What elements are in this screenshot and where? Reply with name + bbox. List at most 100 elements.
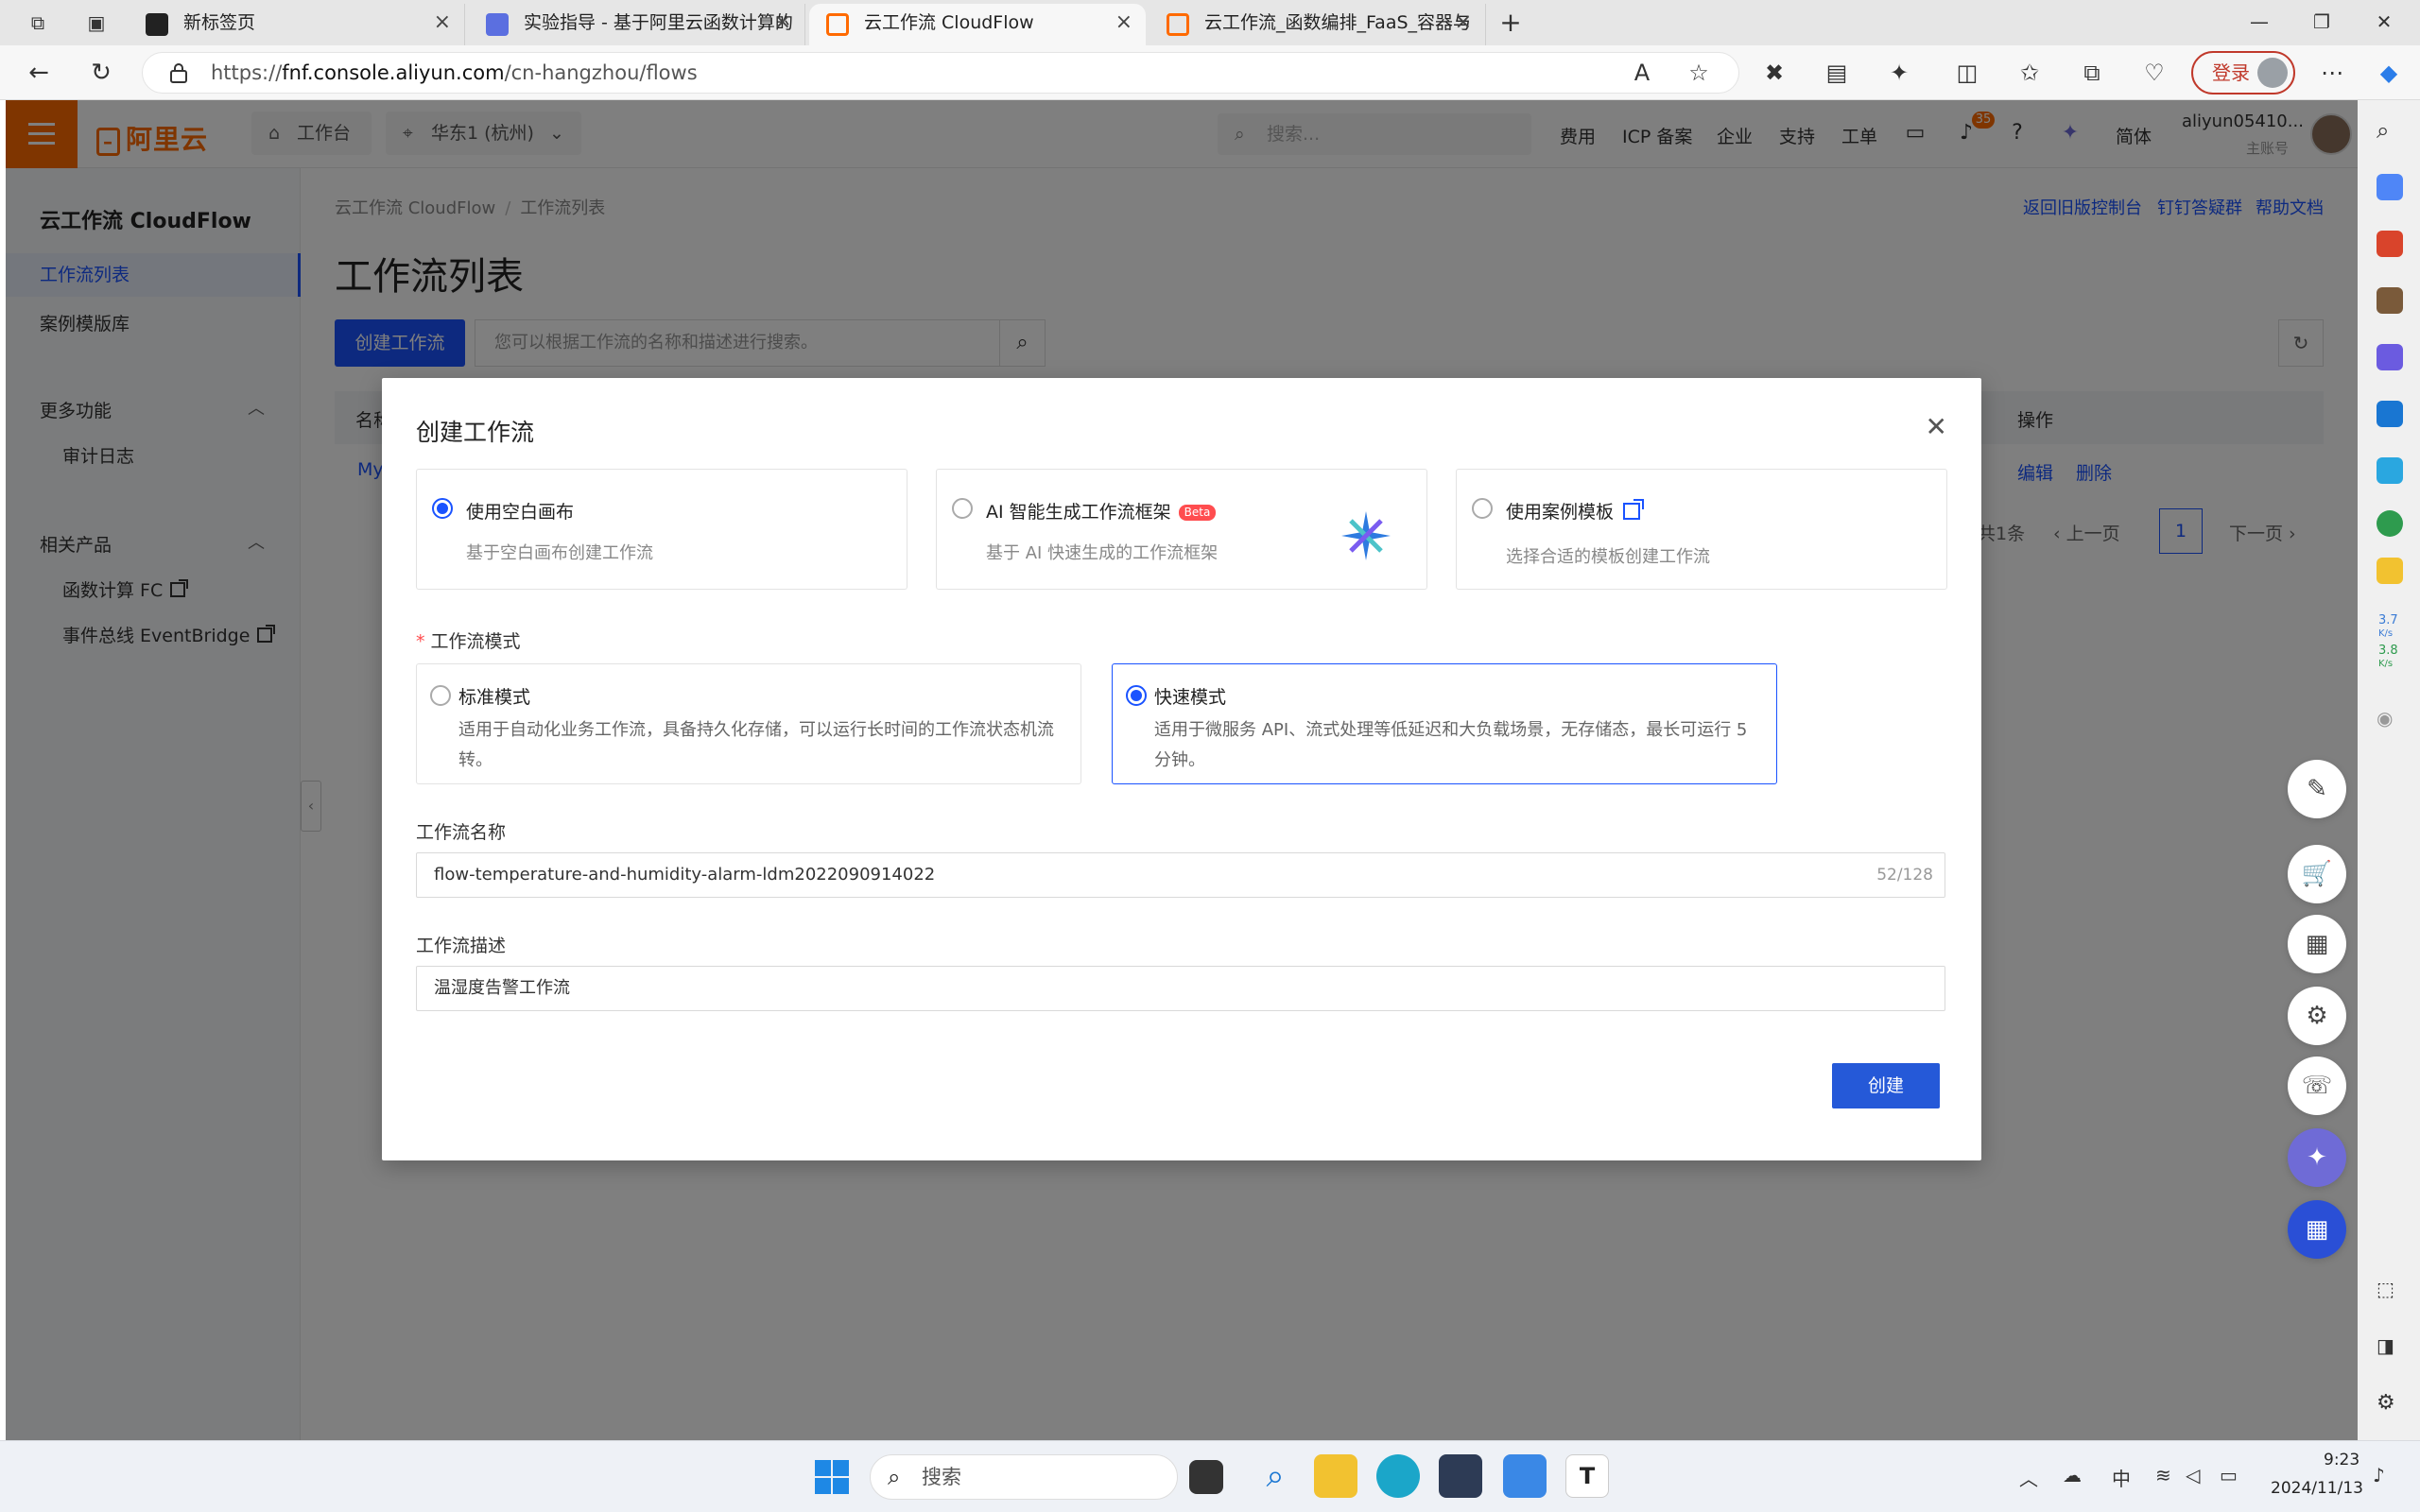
radio-standard-mode[interactable] [430,685,451,706]
close-tab-icon[interactable]: × [434,4,451,42]
workflow-description-input[interactable]: 温湿度告警工作流 [416,966,1945,1011]
maximize-icon[interactable]: ❐ [2303,6,2341,38]
more-menu-icon[interactable]: ⋯ [2316,59,2348,87]
edge-sidebar: ⌕ 3.7 K/s 3.8 K/s ◉ ⬚ ◨ ⚙ [2358,100,2420,1440]
doc-favicon-icon [486,13,509,36]
task-view-icon[interactable] [1189,1460,1223,1494]
collections-icon[interactable]: ▤ [1821,59,1853,87]
url-field[interactable]: https://fnf.console.aliyun.com/cn-hangzh… [142,52,1739,94]
workspaces-icon[interactable]: ⧉ [25,9,51,36]
taskbar-search[interactable]: ⌕ 搜索 [870,1454,1178,1500]
browser-collections-icon[interactable]: ⧉ [2076,59,2108,87]
edge-browser-icon[interactable] [1376,1454,1420,1498]
net-up-unit: K/s [2378,628,2394,639]
lock-icon [170,63,187,83]
net-down-unit: K/s [2378,659,2394,669]
outlook-icon[interactable] [2377,401,2403,427]
toolbox-icon[interactable] [2377,231,2403,257]
radio-ai-generate[interactable] [952,498,973,519]
screenshot-icon[interactable]: ⬚ [2377,1278,2403,1304]
edit-note-icon[interactable]: ✎ [2288,760,2346,818]
customer-service-icon[interactable]: ☏ [2288,1057,2346,1115]
workflow-name-input[interactable]: flow-temperature-and-humidity-alarm-ldm2… [416,852,1945,898]
mode-label: * 工作流模式 [416,631,521,652]
external-link-icon[interactable] [1623,499,1645,520]
cart-icon[interactable]: 🛒 [2288,845,2346,903]
send-icon[interactable] [2377,457,2403,484]
close-tab-icon[interactable]: × [1115,4,1132,42]
sidebar-settings-icon[interactable]: ⚙ [2377,1391,2403,1418]
search-icon[interactable]: ⌕ [2377,117,2403,144]
new-tab-plus-icon[interactable]: + [1497,9,1524,36]
document-icon[interactable]: ▦ [2288,915,2346,973]
m365-icon[interactable] [2377,344,2403,370]
mode-standard[interactable]: 标准模式 适用于自动化业务工作流，具备持久化存储，可以运行长时间的工作流状态机流… [416,663,1081,784]
app-bird-icon[interactable] [1503,1454,1547,1498]
mode-title: 标准模式 [458,687,531,708]
tray-chevron-up-icon[interactable]: ︿ [2019,1464,2038,1491]
option-blank-canvas[interactable]: 使用空白画布 基于空白画布创建工作流 [416,469,908,590]
sidebar-app-icon[interactable] [2377,558,2403,584]
back-icon[interactable]: ← [23,57,55,89]
apps-grid-icon[interactable]: ▦ [2288,1200,2346,1259]
split-screen-icon[interactable]: ◫ [1951,59,1983,87]
close-icon[interactable]: ✕ [1926,414,1947,440]
games-icon[interactable] [2377,287,2403,314]
tab-title: 云工作流 CloudFlow [864,12,1034,33]
browser-tab-lab-guide[interactable]: 实验指导 - 基于阿里云函数计算的 × [469,4,805,45]
app-cat-icon[interactable] [1439,1454,1482,1498]
close-tab-icon[interactable]: × [1455,4,1472,42]
url-prefix: https:// [211,61,283,84]
close-tab-icon[interactable]: × [774,4,791,42]
browser-tab-new-tab[interactable]: 新标签页 × [129,4,465,45]
profile-login-button[interactable]: 登录 [2191,51,2295,94]
extensions-puzzle-icon[interactable]: ✦ [1883,59,1915,87]
battery-icon[interactable]: ▭ [2220,1464,2238,1486]
vertical-tabs-icon[interactable]: ▣ [83,9,110,36]
beta-badge: Beta [1178,505,1217,521]
mode-title: 快速模式 [1154,687,1227,708]
camera-icon[interactable]: ◉ [2377,707,2403,733]
radio-case-template[interactable] [1472,498,1493,519]
radio-express-mode[interactable] [1126,685,1147,706]
option-case-template[interactable]: 使用案例模板 选择合适的模板创建工作流 [1456,469,1947,590]
search-app-icon[interactable]: ⌕ [1253,1454,1297,1498]
mode-desc: 适用于自动化业务工作流，具备持久化存储，可以运行长时间的工作流状态机流转。 [458,720,1054,770]
favorite-star-icon[interactable]: ☆ [1683,59,1715,87]
tab-title: 新标签页 [183,12,256,33]
browser-tab-cloudflow-product[interactable]: 云工作流_函数编排_FaaS_容器与 × [1150,4,1486,45]
radio-blank-canvas[interactable] [432,498,453,519]
profile-avatar-icon [2257,58,2288,88]
ai-assistant-float-icon[interactable]: ✦ [2288,1128,2346,1187]
read-aloud-icon[interactable]: A [1626,59,1658,87]
wifi-icon[interactable]: ≋ [2155,1464,2171,1486]
windows-start-icon[interactable] [815,1460,849,1494]
clock-time[interactable]: 9:23 [2324,1451,2360,1469]
settings-gear-icon[interactable]: ⚙ [2288,987,2346,1045]
sidebar-app-icon[interactable] [2377,174,2403,200]
browser-tab-cloudflow[interactable]: 云工作流 CloudFlow × [809,4,1146,45]
create-button[interactable]: 创建 [1832,1063,1940,1108]
plant-icon[interactable] [2377,510,2403,537]
onedrive-icon[interactable]: ☁ [2063,1464,2082,1486]
favorites-list-icon[interactable]: ✩ [2014,59,2046,87]
clock-date[interactable]: 2024/11/13 [2271,1479,2363,1498]
sidebar-toggle-icon[interactable]: ◨ [2377,1334,2403,1361]
ime-indicator[interactable]: 中 [2112,1464,2131,1491]
performance-icon[interactable]: ♡ [2138,59,2170,87]
extension-x-icon[interactable]: ✖ [1758,59,1790,87]
net-speed-widget: 3.7 K/s 3.8 K/s [2378,614,2398,671]
copilot-icon[interactable]: ◆ [2373,59,2405,87]
reload-icon[interactable]: ↻ [85,57,117,89]
file-explorer-icon[interactable] [1314,1454,1357,1498]
mode-express[interactable]: 快速模式 适用于微服务 API、流式处理等低延迟和大负载场景，无存储态，最长可运… [1112,663,1777,784]
dialog-title: 创建工作流 [416,419,535,446]
typora-icon[interactable]: T [1565,1454,1609,1498]
windows-taskbar: ⌕ 搜索 ⌕ T ︿ ☁ 中 ≋ ◁ ▭ 9:23 2024/11/13 ♪ [0,1440,2420,1512]
minimize-icon[interactable]: — [2240,6,2278,38]
option-ai-generate[interactable]: AI 智能生成工作流框架 Beta 基于 AI 快速生成的工作流框架 [936,469,1427,590]
mode-desc: 适用于微服务 API、流式处理等低延迟和大负载场景，无存储态，最长可运行 5 分… [1154,720,1748,770]
close-window-icon[interactable]: ✕ [2365,6,2403,38]
volume-icon[interactable]: ◁ [2186,1464,2200,1486]
notification-bell-icon[interactable]: ♪ [2373,1464,2385,1486]
